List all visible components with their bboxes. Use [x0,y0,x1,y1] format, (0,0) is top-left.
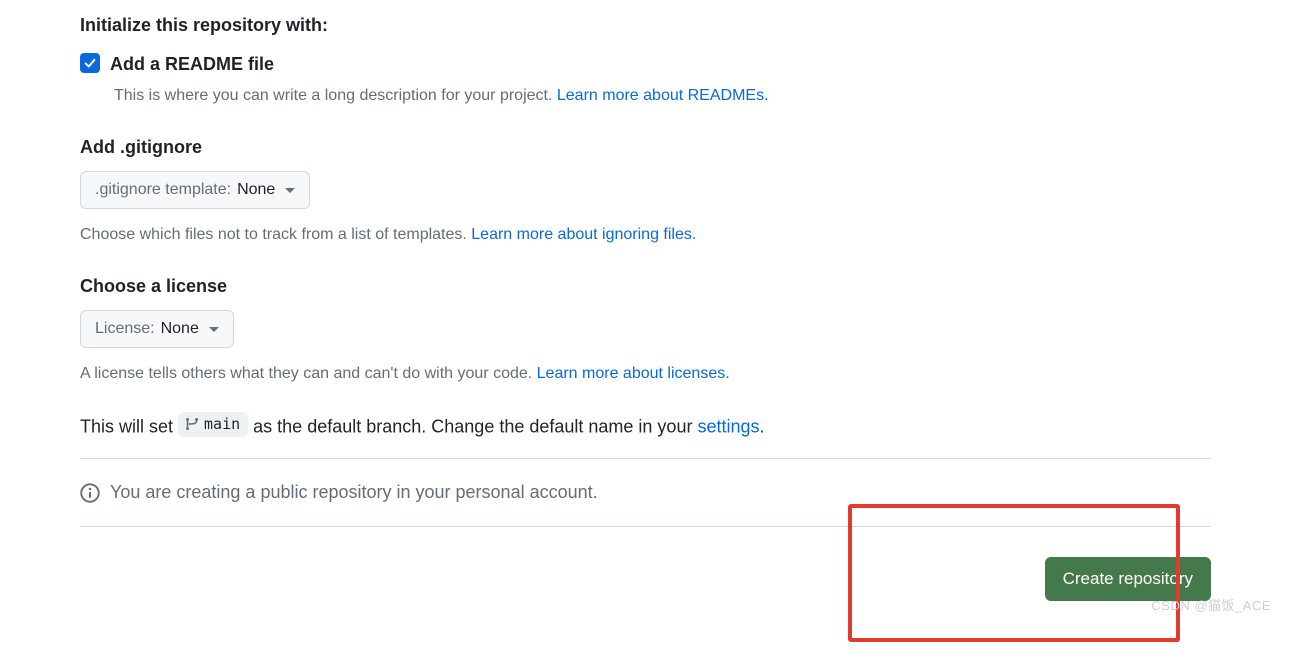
branch-prefix: This will set [80,416,178,436]
license-dropdown[interactable]: License: None [80,310,234,348]
gitignore-help: Choose which files not to track from a l… [80,223,1211,247]
readme-description: This is where you can write a long descr… [114,84,1211,108]
readme-checkbox[interactable] [80,53,100,73]
readme-learn-more-link[interactable]: Learn more about READMEs. [557,87,769,104]
gitignore-learn-more-link[interactable]: Learn more about ignoring files. [471,226,696,243]
license-heading: Choose a license [80,273,1211,300]
caret-down-icon [285,188,295,193]
gitignore-template-dropdown[interactable]: .gitignore template: None [80,171,310,209]
gitignore-heading: Add .gitignore [80,134,1211,161]
license-help-text: A license tells others what they can and… [80,365,537,382]
branch-pill: main [178,412,248,437]
divider [80,458,1211,459]
readme-desc-text: This is where you can write a long descr… [114,87,557,104]
divider-2 [80,526,1211,527]
branch-name: main [204,413,240,436]
branch-suffix: . [760,416,765,436]
license-help: A license tells others what they can and… [80,362,1211,386]
default-branch-note: This will set main as the default branch… [80,412,1211,440]
readme-label: Add a README file [110,51,274,78]
create-repository-button[interactable]: Create repository [1045,557,1211,601]
info-row: You are creating a public repository in … [80,479,1211,506]
git-branch-icon [184,416,200,432]
info-text: You are creating a public repository in … [110,479,598,506]
watermark: CSDN @猫饭_ACE [1151,596,1271,616]
info-icon [80,483,100,503]
branch-mid: as the default branch. Change the defaul… [253,416,697,436]
init-heading: Initialize this repository with: [80,12,1211,39]
license-dd-label: License: [95,317,155,341]
license-learn-more-link[interactable]: Learn more about licenses. [537,365,730,382]
gitignore-dd-label: .gitignore template: [95,178,231,202]
caret-down-icon [209,327,219,332]
gitignore-help-text: Choose which files not to track from a l… [80,226,471,243]
settings-link[interactable]: settings [697,416,759,436]
license-dd-value: None [161,317,199,341]
check-icon [83,56,97,70]
gitignore-dd-value: None [237,178,275,202]
